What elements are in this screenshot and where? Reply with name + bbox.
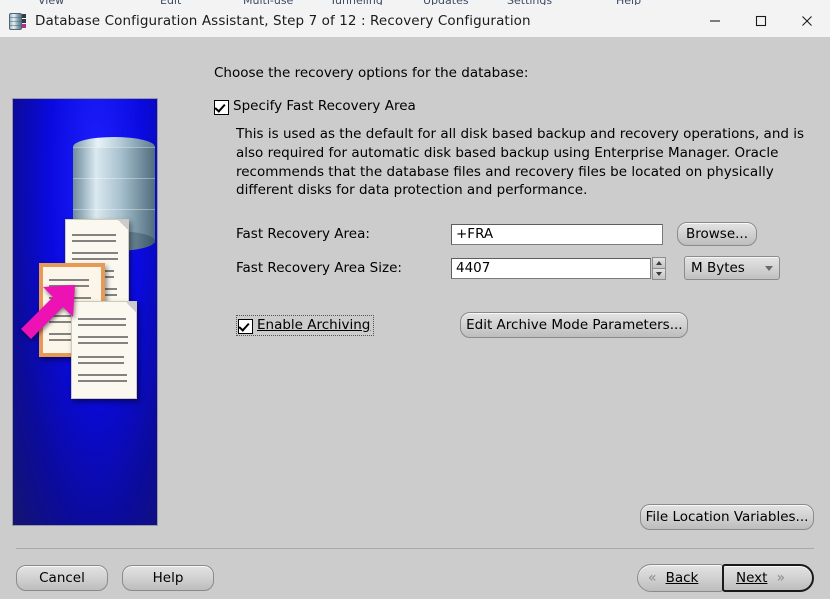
help-button[interactable]: Help: [122, 564, 214, 591]
pink-arrow-icon: [17, 281, 79, 343]
specify-fra-checkbox-row[interactable]: Specify Fast Recovery Area: [214, 98, 814, 115]
footer-separator: [16, 548, 814, 549]
close-icon[interactable]: [784, 5, 830, 37]
dialog-body: Choose the recovery options for the data…: [0, 37, 830, 599]
file-location-variables-container: File Location Variables...: [640, 504, 814, 530]
recovery-options-panel: Choose the recovery options for the data…: [214, 65, 814, 338]
fast-recovery-area-size-label: Fast Recovery Area Size:: [236, 260, 402, 276]
enable-archiving-checkbox[interactable]: [238, 318, 253, 334]
fast-recovery-area-label: Fast Recovery Area:: [236, 226, 370, 242]
next-button[interactable]: Next »: [722, 563, 814, 592]
window-controls: [692, 5, 830, 37]
fast-recovery-area-size-row: Fast Recovery Area Size: 4407 M Bytes: [236, 256, 814, 280]
size-unit-select[interactable]: M Bytes: [684, 256, 780, 280]
panel-intro-text: Choose the recovery options for the data…: [214, 65, 529, 81]
size-stepper[interactable]: [652, 256, 666, 280]
window-title: Database Configuration Assistant, Step 7…: [35, 13, 531, 29]
enable-archiving-label: Enable Archiving: [257, 317, 371, 333]
fast-recovery-area-input[interactable]: +FRA: [451, 223, 663, 245]
next-button-label: Next: [736, 569, 768, 586]
chevron-right-icon: »: [776, 569, 786, 586]
dialog-footer: Cancel Help « Back Next »: [0, 556, 830, 599]
stepper-down-icon[interactable]: [652, 267, 666, 280]
back-button-label: Back: [665, 569, 699, 586]
file-location-variables-button[interactable]: File Location Variables...: [640, 504, 814, 530]
chevron-down-icon: [765, 265, 773, 271]
specify-fra-checkbox[interactable]: [214, 100, 229, 115]
size-unit-value: M Bytes: [691, 260, 745, 276]
enable-archiving-row: Enable Archiving Edit Archive Mode Param…: [236, 312, 814, 338]
wizard-nav-group: « Back Next »: [637, 563, 814, 592]
title-bar: Database Configuration Assistant, Step 7…: [0, 5, 830, 38]
stepper-up-icon[interactable]: [652, 256, 666, 268]
cancel-button[interactable]: Cancel: [16, 564, 108, 591]
edit-archive-mode-parameters-button[interactable]: Edit Archive Mode Parameters...: [460, 312, 689, 338]
maximize-icon[interactable]: [738, 5, 784, 37]
specify-fra-description: This is used as the default for all disk…: [236, 126, 805, 199]
database-app-icon: [9, 12, 27, 30]
fast-recovery-area-size-input[interactable]: 4407: [451, 257, 651, 279]
enable-archiving-checkbox-row[interactable]: Enable Archiving: [236, 314, 375, 336]
browse-button[interactable]: Browse...: [677, 222, 757, 246]
back-button[interactable]: « Back: [637, 563, 723, 592]
minimize-icon[interactable]: [692, 5, 738, 37]
database-recovery-illustration: [12, 98, 158, 526]
chevron-left-icon: «: [648, 569, 657, 586]
specify-fra-label: Specify Fast Recovery Area: [233, 98, 416, 114]
fast-recovery-area-row: Fast Recovery Area: +FRA Browse...: [236, 222, 814, 246]
recovery-form: Fast Recovery Area: +FRA Browse... Fast …: [236, 222, 814, 280]
document-page-icon: [71, 301, 137, 399]
dialog-window: View Edit Multi-use Tunneling Updates Se…: [0, 0, 830, 599]
